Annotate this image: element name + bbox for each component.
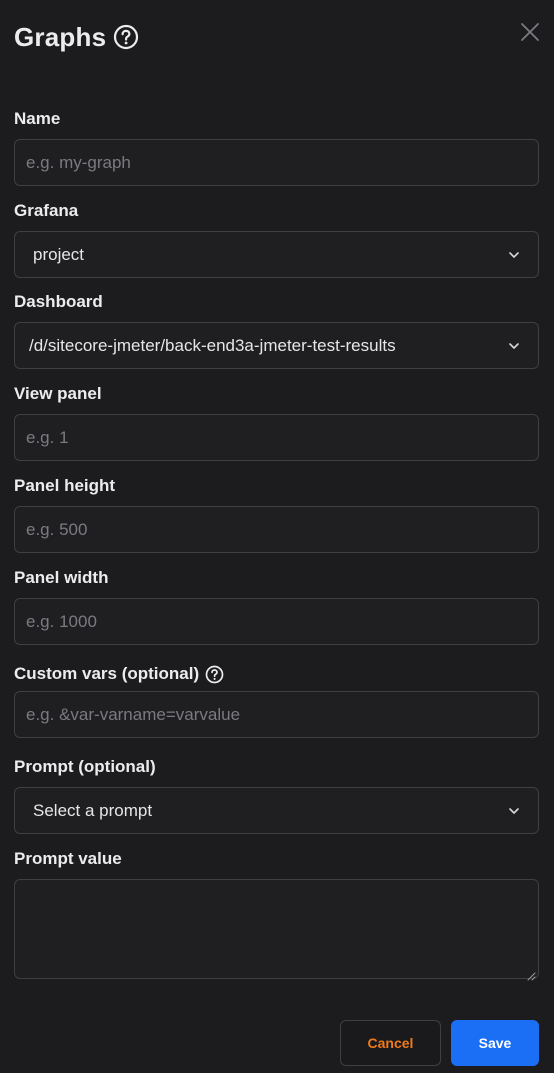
grafana-select-value: project bbox=[33, 244, 85, 264]
panel-height-field-group: Panel height bbox=[14, 475, 539, 553]
close-button[interactable] bbox=[520, 22, 540, 42]
close-icon bbox=[521, 23, 539, 41]
name-label: Name bbox=[14, 109, 61, 128]
custom-vars-label: Custom vars (optional) bbox=[14, 664, 200, 683]
prompt-value-label: Prompt value bbox=[14, 849, 122, 868]
question-circle-icon[interactable] bbox=[205, 665, 224, 684]
chevron-down-icon bbox=[509, 251, 519, 258]
question-circle-icon[interactable] bbox=[113, 24, 139, 50]
graphs-panel: Graphs Name Grafana project Dashboard /d… bbox=[0, 0, 554, 1073]
panel-footer: Cancel Save bbox=[340, 1020, 539, 1066]
panel-width-field-group: Panel width bbox=[14, 567, 539, 645]
panel-header: Graphs bbox=[14, 20, 139, 54]
panel-width-label: Panel width bbox=[14, 568, 109, 587]
prompt-label: Prompt (optional) bbox=[14, 757, 156, 776]
dashboard-select-value: /d/sitecore-jmeter/back-end3a-jmeter-tes… bbox=[29, 335, 396, 355]
prompt-select[interactable]: Select a prompt bbox=[14, 787, 539, 834]
prompt-value-field-group: Prompt value bbox=[14, 848, 539, 984]
view-panel-field-group: View panel bbox=[14, 383, 539, 461]
panel-height-input[interactable] bbox=[14, 506, 539, 553]
grafana-select[interactable]: project bbox=[14, 231, 539, 278]
grafana-field-group: Grafana project bbox=[14, 200, 539, 278]
chevron-down-icon bbox=[509, 342, 519, 349]
grafana-label: Grafana bbox=[14, 201, 79, 220]
prompt-value-wrapper bbox=[14, 879, 539, 984]
prompt-value-textarea[interactable] bbox=[14, 879, 539, 979]
view-panel-input[interactable] bbox=[14, 414, 539, 461]
prompt-select-value: Select a prompt bbox=[33, 800, 153, 820]
dashboard-label: Dashboard bbox=[14, 292, 103, 311]
prompt-field-group: Prompt (optional) Select a prompt bbox=[14, 756, 539, 834]
panel-height-label: Panel height bbox=[14, 476, 116, 495]
name-input[interactable] bbox=[14, 139, 539, 186]
dashboard-select[interactable]: /d/sitecore-jmeter/back-end3a-jmeter-tes… bbox=[14, 322, 539, 369]
panel-width-input[interactable] bbox=[14, 598, 539, 645]
name-field-group: Name bbox=[14, 108, 539, 186]
chevron-down-icon bbox=[509, 807, 519, 814]
cancel-button[interactable]: Cancel bbox=[340, 1020, 441, 1066]
view-panel-label: View panel bbox=[14, 384, 102, 403]
custom-vars-field-group: Custom vars (optional) bbox=[14, 663, 539, 738]
panel-title: Graphs bbox=[14, 21, 107, 52]
dashboard-field-group: Dashboard /d/sitecore-jmeter/back-end3a-… bbox=[14, 291, 539, 369]
save-button[interactable]: Save bbox=[451, 1020, 539, 1066]
resize-handle-icon[interactable] bbox=[527, 972, 536, 981]
custom-vars-input[interactable] bbox=[14, 691, 539, 738]
